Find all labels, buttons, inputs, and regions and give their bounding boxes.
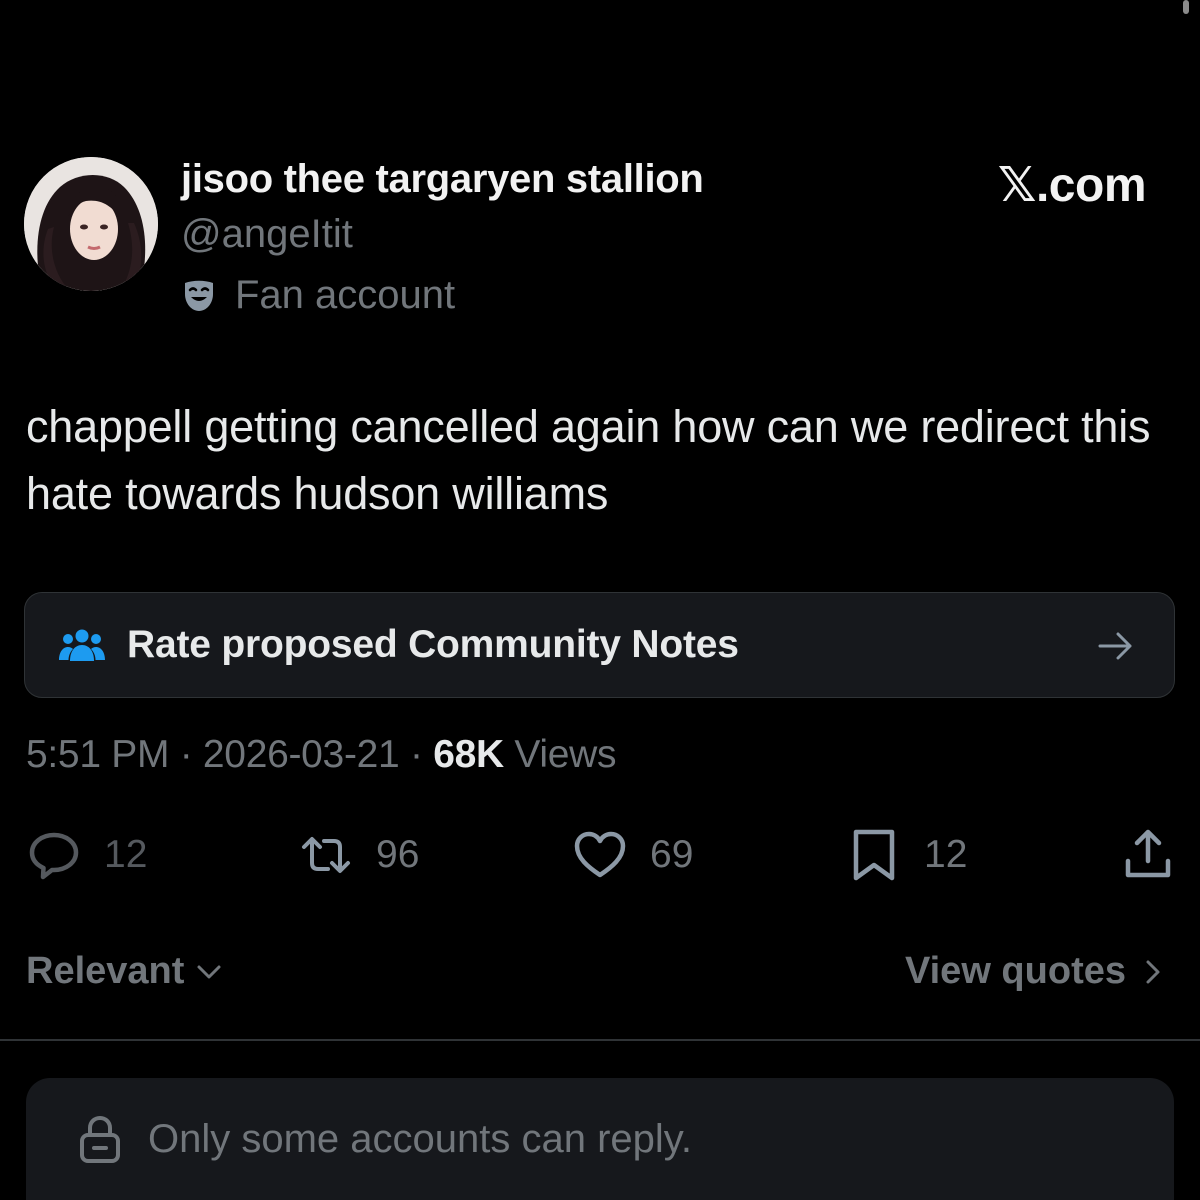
repost-icon bbox=[302, 837, 350, 873]
avatar[interactable] bbox=[24, 157, 158, 291]
author-display-name[interactable]: jisoo thee targaryen stallion bbox=[181, 157, 704, 202]
share-button[interactable] bbox=[1120, 826, 1176, 884]
community-notes-label: Rate proposed Community Notes bbox=[127, 623, 739, 666]
meta-separator: · bbox=[169, 733, 203, 776]
bookmark-icon bbox=[853, 829, 895, 881]
tweet-time[interactable]: 5:51 PM bbox=[26, 733, 169, 776]
site-brand: 𝕏.com bbox=[997, 159, 1147, 212]
bookmark-count: 12 bbox=[924, 833, 968, 876]
meta-separator: · bbox=[399, 733, 434, 776]
share-icon bbox=[1125, 829, 1171, 878]
reply-count: 12 bbox=[104, 833, 148, 876]
people-icon bbox=[59, 629, 105, 661]
reply-button[interactable]: 12 bbox=[26, 826, 147, 884]
like-button[interactable]: 69 bbox=[572, 826, 693, 884]
sort-label: Relevant bbox=[26, 950, 185, 992]
speech-bubble-icon bbox=[29, 832, 79, 880]
reply-restriction-text: Only some accounts can reply. bbox=[148, 1116, 692, 1161]
view-quotes-button[interactable]: View quotes bbox=[905, 950, 1168, 993]
tweet-meta: 5:51 PM · 2026-03-21 · 68K Views bbox=[26, 733, 617, 777]
chevron-down-icon bbox=[197, 965, 221, 978]
views-count: 68K bbox=[433, 733, 504, 776]
fan-account-text: Fan account bbox=[235, 273, 456, 317]
lock-icon bbox=[80, 1115, 120, 1163]
community-notes-card[interactable]: Rate proposed Community Notes bbox=[24, 592, 1175, 698]
scroll-indicator[interactable] bbox=[1183, 0, 1189, 14]
author-handle[interactable]: @angeItit bbox=[181, 212, 353, 257]
tweet-text: chappell getting cancelled again how can… bbox=[26, 401, 1151, 519]
heart-icon bbox=[574, 831, 626, 878]
repost-button[interactable]: 96 bbox=[298, 826, 419, 884]
like-count: 69 bbox=[650, 833, 694, 876]
view-quotes-label: View quotes bbox=[904, 950, 1126, 992]
divider bbox=[0, 1039, 1200, 1041]
repost-count: 96 bbox=[376, 833, 420, 876]
action-bar: 12 96 69 12 bbox=[26, 826, 1176, 886]
fan-account-label: Fan account bbox=[181, 273, 455, 318]
sort-replies-button[interactable]: Relevant bbox=[26, 950, 224, 993]
tweet-header: jisoo thee targaryen stallion @angeItit … bbox=[24, 157, 1176, 332]
theater-mask-icon bbox=[185, 280, 213, 311]
tweet-date[interactable]: 2026-03-21 bbox=[203, 733, 400, 776]
chevron-right-icon bbox=[1146, 960, 1160, 983]
bookmark-button[interactable]: 12 bbox=[846, 826, 967, 884]
views-label: Views bbox=[503, 733, 617, 776]
reply-restriction-bar: Only some accounts can reply. bbox=[26, 1078, 1174, 1200]
arrow-right-icon bbox=[1098, 632, 1132, 660]
